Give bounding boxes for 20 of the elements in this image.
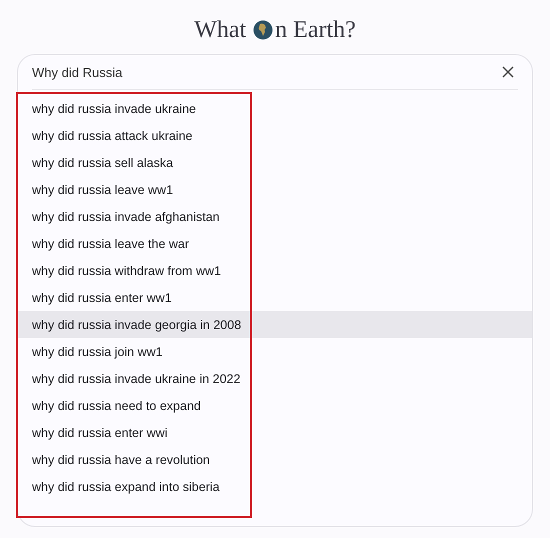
close-icon[interactable] (501, 65, 515, 79)
suggestion-item[interactable]: why did russia invade ukraine in 2022 (18, 365, 532, 392)
suggestion-item[interactable]: why did russia have a revolution (18, 446, 532, 473)
logo-text: n Earth? (275, 16, 356, 44)
suggestion-item[interactable]: why did russia leave ww1 (18, 176, 532, 203)
suggestion-item[interactable]: why did russia enter wwi (18, 419, 532, 446)
suggestion-item[interactable]: why did russia join ww1 (18, 338, 532, 365)
suggestion-item[interactable]: why did russia enter ww1 (18, 284, 532, 311)
suggestion-item[interactable]: why did russia invade ukraine (18, 95, 532, 122)
suggestion-item[interactable]: why did russia invade afghanistan (18, 203, 532, 230)
suggestion-item[interactable]: why did russia leave the war (18, 230, 532, 257)
suggestion-item[interactable]: why did russia need to expand (18, 392, 532, 419)
suggestion-item[interactable]: why did russia invade georgia in 2008 (18, 311, 532, 338)
suggestion-item[interactable]: why did russia sell alaska (18, 149, 532, 176)
logo-text: What (194, 16, 246, 44)
suggestion-item[interactable]: why did russia attack ukraine (18, 122, 532, 149)
globe-icon (253, 20, 274, 40)
suggestion-item[interactable]: why did russia withdraw from ww1 (18, 257, 532, 284)
search-field[interactable]: Why did Russia (32, 64, 498, 80)
suggestion-item[interactable]: why did russia expand into siberia (18, 473, 532, 500)
